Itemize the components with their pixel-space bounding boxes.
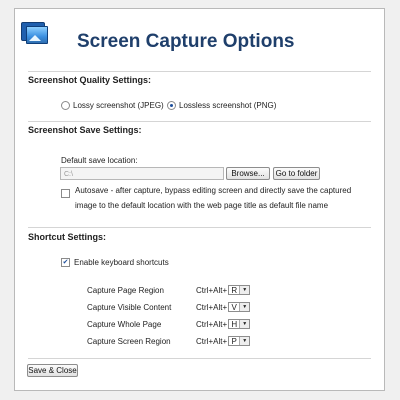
shortcut-key-select[interactable]: R ▼ — [228, 285, 250, 295]
radio-lossy-button[interactable] — [61, 101, 70, 110]
autosave-text-line2: image to the default location with the w… — [75, 201, 329, 210]
enable-shortcuts-label: Enable keyboard shortcuts — [74, 258, 169, 267]
chevron-down-icon[interactable]: ▼ — [239, 320, 249, 328]
divider — [28, 227, 371, 228]
shortcut-key-value: H — [231, 319, 238, 329]
screen-capture-app-icon — [21, 22, 48, 44]
enable-shortcuts-row[interactable]: Enable keyboard shortcuts — [61, 258, 169, 267]
page-title: Screen Capture Options — [77, 31, 295, 52]
autosave-text-line1: Autosave - after capture, bypass editing… — [75, 186, 352, 195]
autosave-row[interactable] — [61, 189, 74, 198]
radio-lossless-label: Lossless screenshot (PNG) — [179, 101, 277, 110]
shortcut-label: Capture Whole Page — [87, 320, 162, 329]
shortcut-prefix: Ctrl+Alt+ — [196, 286, 228, 295]
shortcut-key-select[interactable]: H ▼ — [228, 319, 250, 329]
shortcut-key-value: P — [231, 336, 237, 346]
header — [21, 22, 48, 44]
chevron-down-icon[interactable]: ▼ — [239, 303, 249, 311]
save-location-input[interactable]: C:\ — [60, 167, 224, 180]
shortcut-prefix: Ctrl+Alt+ — [196, 337, 228, 346]
radio-lossless-button[interactable] — [167, 101, 176, 110]
save-close-button[interactable]: Save & Close — [27, 364, 78, 377]
chevron-down-icon[interactable]: ▼ — [239, 337, 249, 345]
chevron-down-icon[interactable]: ▼ — [239, 286, 249, 294]
shortcut-key-value: R — [231, 285, 238, 295]
shortcut-key-select[interactable]: P ▼ — [228, 336, 250, 346]
divider — [28, 358, 371, 359]
enable-shortcuts-checkbox[interactable] — [61, 258, 70, 267]
divider — [28, 71, 371, 72]
shortcut-section-heading: Shortcut Settings: — [28, 232, 106, 242]
autosave-text: Autosave - after capture, bypass editing… — [75, 183, 351, 213]
shortcut-key-select[interactable]: V ▼ — [228, 302, 250, 312]
radio-lossy[interactable]: Lossy screenshot (JPEG) — [61, 101, 164, 110]
divider — [28, 121, 371, 122]
go-to-folder-button[interactable]: Go to folder — [273, 167, 320, 180]
quality-section-heading: Screenshot Quality Settings: — [28, 75, 152, 85]
radio-lossy-label: Lossy screenshot (JPEG) — [73, 101, 164, 110]
shortcut-label: Capture Visible Content — [87, 303, 172, 312]
autosave-checkbox[interactable] — [61, 189, 70, 198]
save-section-heading: Screenshot Save Settings: — [28, 125, 142, 135]
shortcut-key-value: V — [231, 302, 237, 312]
shortcut-label: Capture Page Region — [87, 286, 164, 295]
radio-lossless[interactable]: Lossless screenshot (PNG) — [167, 101, 276, 110]
options-panel: Screen Capture Options Screenshot Qualit… — [14, 8, 385, 391]
shortcut-prefix: Ctrl+Alt+ — [196, 320, 228, 329]
browse-button[interactable]: Browse... — [226, 167, 270, 180]
location-label: Default save location: — [61, 156, 138, 165]
shortcut-prefix: Ctrl+Alt+ — [196, 303, 228, 312]
shortcut-label: Capture Screen Region — [87, 337, 171, 346]
